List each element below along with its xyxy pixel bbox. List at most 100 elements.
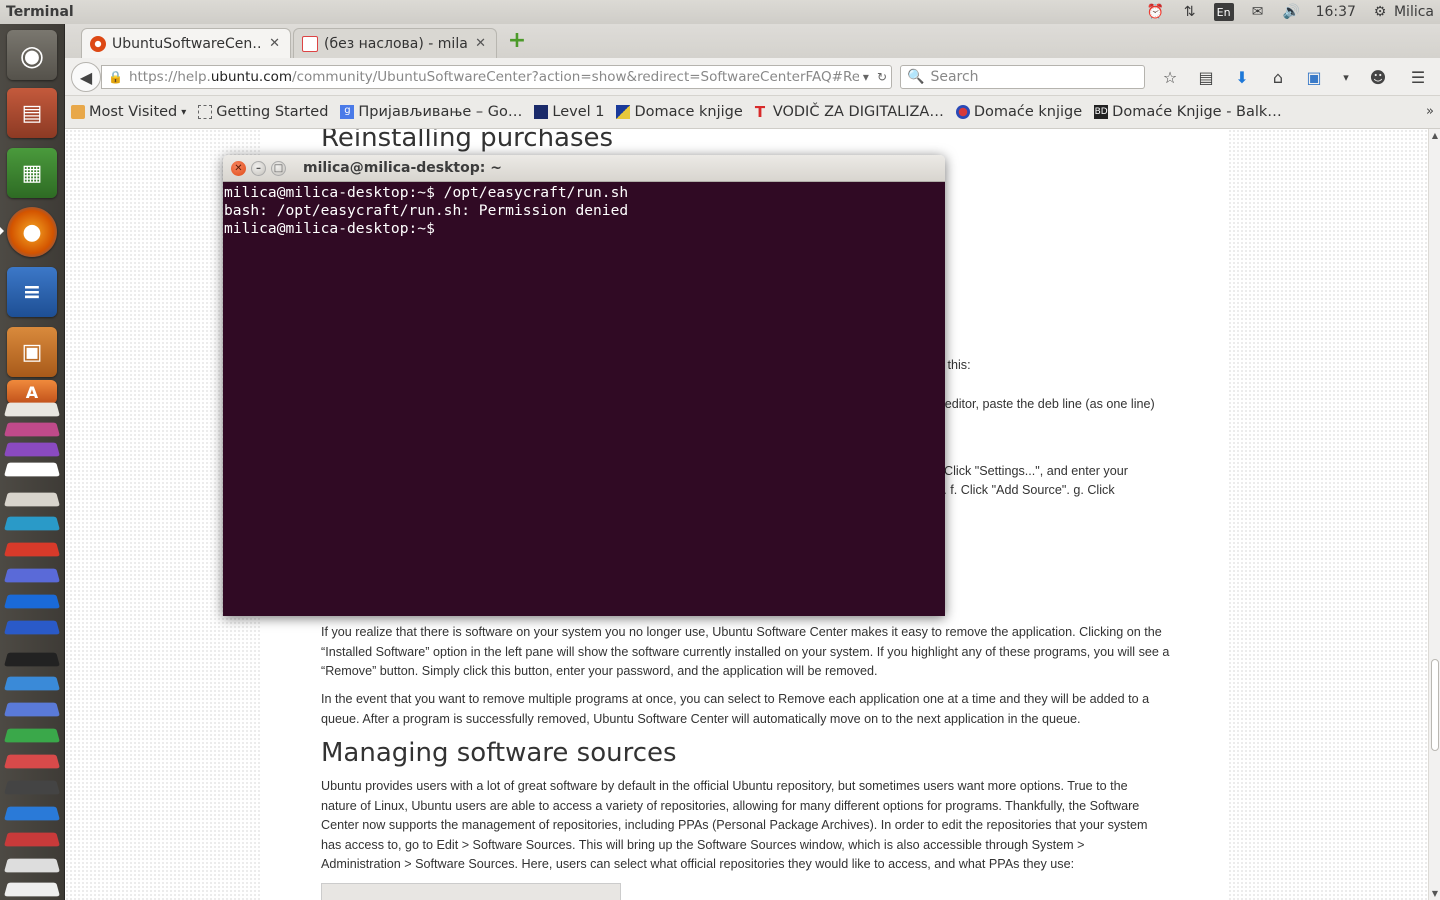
terminal-titlebar[interactable]: ✕ – □ milica@milica-desktop: ~ — [223, 155, 945, 182]
clock[interactable]: 16:37 — [1316, 4, 1356, 20]
heading-reinstalling-purchases: Reinstalling purchases — [321, 129, 614, 153]
search-placeholder: Search — [930, 69, 979, 85]
paragraph-software-sources: Ubuntu provides users with a lot of grea… — [321, 779, 1148, 871]
bookmark-domace-knjige-balk[interactable]: BD Domaće Knjige - Balk… — [1094, 104, 1282, 120]
unity-launcher: ◉ ▤ ▦ ● ≡ ▣ A — [0, 24, 65, 900]
t-icon: T — [754, 103, 766, 121]
addon-icon[interactable]: ▣ — [1296, 68, 1332, 87]
terminal-output[interactable]: milica@milica-desktop:~$ /opt/easycraft/… — [223, 182, 945, 616]
launcher-stack-item[interactable] — [3, 422, 61, 437]
launcher-stack-item[interactable] — [3, 754, 61, 769]
close-tab-icon[interactable]: ✕ — [269, 36, 280, 51]
text-fragment: r editor, paste the deb line (as one lin… — [937, 397, 1155, 411]
launcher-stack-item[interactable] — [3, 568, 61, 583]
scroll-up-icon[interactable]: ▲ — [1430, 131, 1440, 140]
firefox-icon[interactable]: ● — [7, 207, 57, 257]
page-scrollbar[interactable]: ▲ ▼ — [1428, 129, 1440, 900]
maximize-icon[interactable]: □ — [271, 160, 286, 176]
software-center-icon[interactable]: A — [7, 380, 57, 404]
alarm-clock-icon[interactable]: ⏰ — [1146, 3, 1166, 21]
search-icon: 🔍 — [907, 69, 925, 85]
launcher-stack-item[interactable] — [3, 806, 61, 821]
mail-icon[interactable]: ✉ — [1248, 3, 1268, 21]
navigation-bar: ◀ 🔒 https://help.ubuntu.com/community/Ub… — [65, 58, 1440, 96]
reload-icon[interactable]: ↻ — [873, 70, 891, 84]
paragraph-remove-multiple: In the event that you want to remove mul… — [321, 692, 1150, 726]
ubuntu-favicon-icon — [90, 35, 106, 52]
launcher-stack-item[interactable] — [3, 702, 61, 717]
bookmark-vodic[interactable]: T VODIČ ZA DIGITALIZA… — [755, 104, 944, 120]
bookmark-domace-knjige[interactable]: Domace knjige — [616, 104, 743, 120]
text-fragment: x. f. Click "Add Source". g. Click — [937, 483, 1115, 497]
bookmark-level-1[interactable]: Level 1 — [534, 104, 604, 120]
google-icon: g — [340, 105, 355, 119]
bookmarks-overflow-icon[interactable]: » — [1426, 104, 1434, 119]
launcher-stack-item[interactable] — [3, 676, 61, 691]
launcher-stack-item[interactable] — [3, 882, 61, 897]
bookmark-star-icon[interactable]: ☆ — [1152, 68, 1188, 87]
files-icon[interactable]: ▤ — [7, 88, 57, 138]
launcher-stack-item[interactable] — [3, 780, 61, 795]
volume-icon[interactable]: 🔊 — [1282, 3, 1302, 21]
home-icon[interactable]: ⌂ — [1260, 68, 1296, 87]
bookmark-most-visited[interactable]: Most Visited ▾ — [71, 104, 186, 120]
launcher-stack-item[interactable] — [3, 462, 61, 477]
flag-icon — [616, 105, 631, 119]
minimize-icon[interactable]: – — [251, 160, 266, 176]
search-bar[interactable]: 🔍 Search — [900, 65, 1145, 89]
terminal-prompt-line: milica@milica-desktop:~$ — [224, 220, 444, 237]
software-sources-screenshot — [321, 883, 621, 900]
tab-bar: UbuntuSoftwareCen… ✕ (без наслова) - mil… — [65, 24, 1440, 58]
new-tab-button[interactable]: + — [507, 30, 527, 52]
launcher-stack-item[interactable] — [3, 594, 61, 609]
scrollbar-thumb[interactable] — [1431, 659, 1439, 751]
writer-icon[interactable]: ≡ — [7, 267, 57, 317]
top-panel: Terminal ⏰ ⇅ En ✉ 🔊 16:37 ⚙ Milica — [0, 0, 1440, 24]
launcher-stack-item[interactable] — [3, 858, 61, 873]
spreadsheet-icon[interactable]: ▦ — [7, 148, 57, 198]
launcher-stack-item[interactable] — [3, 492, 61, 507]
reading-list-icon[interactable]: ▤ — [1188, 68, 1224, 87]
gmail-icon — [302, 35, 318, 52]
chat-icon[interactable]: ☻ — [1360, 68, 1396, 87]
system-tray: ⏰ ⇅ En ✉ 🔊 16:37 ⚙ Milica — [1146, 3, 1440, 21]
launcher-stack-item[interactable] — [3, 728, 61, 743]
url-dropdown-icon[interactable]: ▾ — [859, 70, 873, 84]
bookmark-domace-knjige-2[interactable]: Domaće knjige — [955, 104, 1082, 120]
user-menu[interactable]: Milica — [1394, 4, 1434, 20]
lock-icon[interactable]: 🔒 — [108, 70, 123, 84]
launcher-stack-item[interactable] — [3, 620, 61, 635]
launcher-stack-item[interactable] — [3, 832, 61, 847]
back-button[interactable]: ◀ — [71, 62, 101, 92]
impress-icon[interactable]: ▣ — [7, 327, 57, 377]
bookmark-google-login[interactable]: g Пријављивање – Go… — [340, 104, 522, 120]
url-bar[interactable]: 🔒 https://help.ubuntu.com/community/Ubun… — [101, 65, 892, 89]
launcher-stack-item[interactable] — [3, 542, 61, 557]
launcher-stack-item[interactable] — [3, 652, 61, 667]
page-icon — [198, 105, 213, 119]
terminal-title: milica@milica-desktop: ~ — [303, 160, 502, 176]
paragraph-remove-software: If you realize that there is software on… — [321, 625, 1170, 678]
download-icon[interactable]: ⬇ — [1224, 68, 1260, 87]
keyboard-layout-indicator[interactable]: En — [1213, 3, 1234, 21]
tab-gmail[interactable]: (без наслова) - mila… ✕ — [293, 28, 497, 58]
text-fragment: . Click "Settings...", and enter your — [937, 464, 1128, 478]
close-icon[interactable]: ✕ — [231, 160, 246, 176]
launcher-stack-item[interactable] — [3, 516, 61, 531]
ubuntu-dash-icon[interactable]: ◉ — [7, 30, 57, 80]
close-tab-icon[interactable]: ✕ — [475, 36, 486, 51]
bookmark-getting-started[interactable]: Getting Started — [198, 104, 328, 120]
gear-icon[interactable]: ⚙ — [1370, 3, 1390, 21]
bookmarks-toolbar: Most Visited ▾ Getting Started g Пријављив… — [65, 96, 1440, 129]
launcher-stack-item[interactable] — [3, 402, 61, 417]
chevron-down-icon[interactable]: ▾ — [1332, 71, 1360, 84]
launcher-stack-item[interactable] — [3, 442, 61, 457]
url-text[interactable]: https://help.ubuntu.com/community/Ubuntu… — [129, 69, 859, 85]
bd-icon: BD — [1094, 105, 1109, 119]
terminal-window[interactable]: ✕ – □ milica@milica-desktop: ~ milica@mi… — [223, 155, 945, 616]
scroll-down-icon[interactable]: ▼ — [1430, 889, 1440, 898]
network-icon[interactable]: ⇅ — [1180, 3, 1200, 21]
tab-ubuntu-software-center[interactable]: UbuntuSoftwareCen… ✕ — [81, 28, 291, 58]
terminal-line: bash: /opt/easycraft/run.sh: Permission … — [224, 202, 629, 219]
menu-icon[interactable]: ☰ — [1396, 68, 1440, 87]
